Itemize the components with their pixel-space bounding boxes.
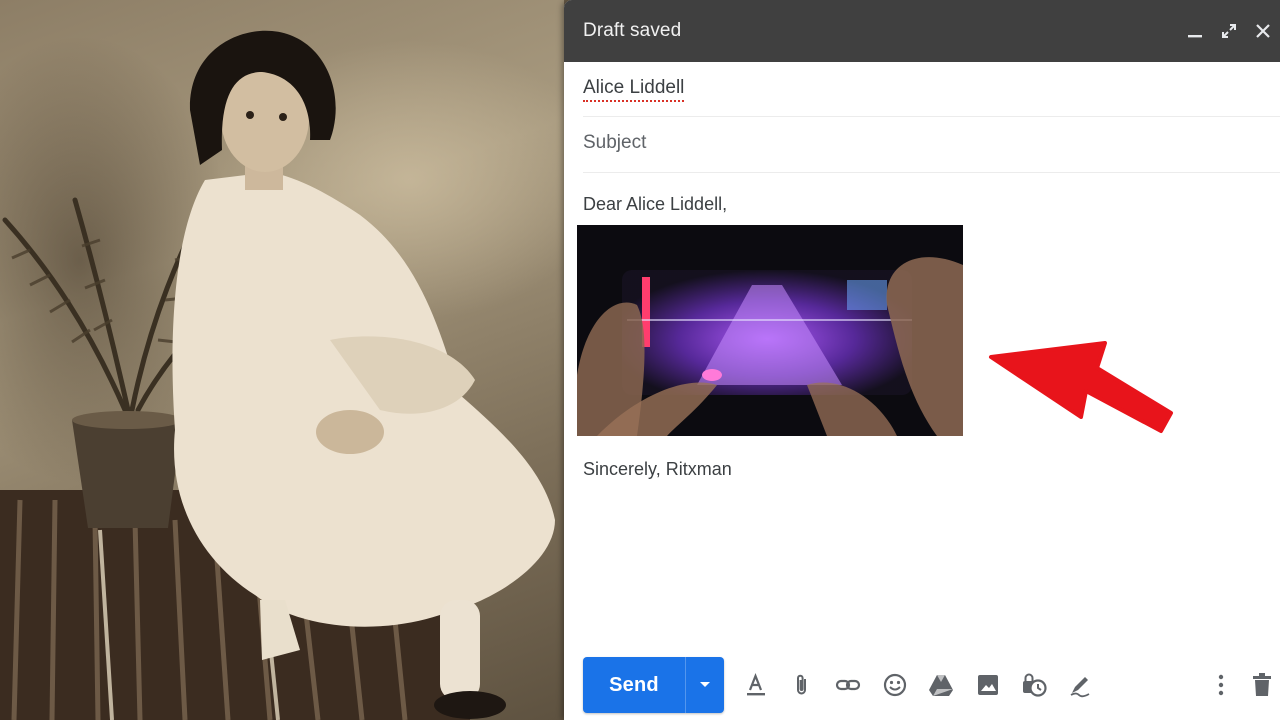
discard-icon[interactable]: [1244, 667, 1280, 703]
emoji-icon[interactable]: [877, 667, 913, 703]
format-text-icon[interactable]: [738, 667, 774, 703]
send-button-group: Send: [583, 657, 724, 713]
drive-icon[interactable]: [923, 667, 959, 703]
photo-icon[interactable]: [970, 667, 1006, 703]
more-options-icon[interactable]: [1203, 667, 1239, 703]
embedded-image[interactable]: [577, 225, 963, 436]
draft-status-title: Draft saved: [583, 20, 682, 41]
confidential-mode-icon[interactable]: [1016, 667, 1052, 703]
to-field[interactable]: Alice Liddell: [583, 62, 1280, 117]
subject-input[interactable]: [583, 132, 1183, 154]
body-signoff: Sincerely, Ritxman: [583, 459, 732, 479]
minimize-icon[interactable]: [1178, 14, 1212, 48]
red-annotation-arrow-icon: [989, 341, 1173, 433]
send-options-dropdown[interactable]: [686, 657, 724, 713]
close-icon[interactable]: [1246, 14, 1280, 48]
portrait-illustration: [0, 30, 555, 720]
signature-icon[interactable]: [1062, 667, 1098, 703]
attach-icon[interactable]: [784, 667, 820, 703]
background-photo: [0, 0, 564, 720]
subject-row: [583, 117, 1280, 173]
link-icon[interactable]: [830, 667, 866, 703]
expand-icon[interactable]: [1212, 14, 1246, 48]
chevron-down-icon: [700, 682, 710, 687]
embedded-image-graphic: [577, 225, 963, 436]
recipient-chip[interactable]: Alice Liddell: [583, 77, 685, 102]
send-button[interactable]: Send: [583, 674, 685, 697]
body-greeting: Dear Alice Liddell,: [583, 194, 728, 214]
compose-title-bar: Draft saved: [564, 0, 1280, 62]
